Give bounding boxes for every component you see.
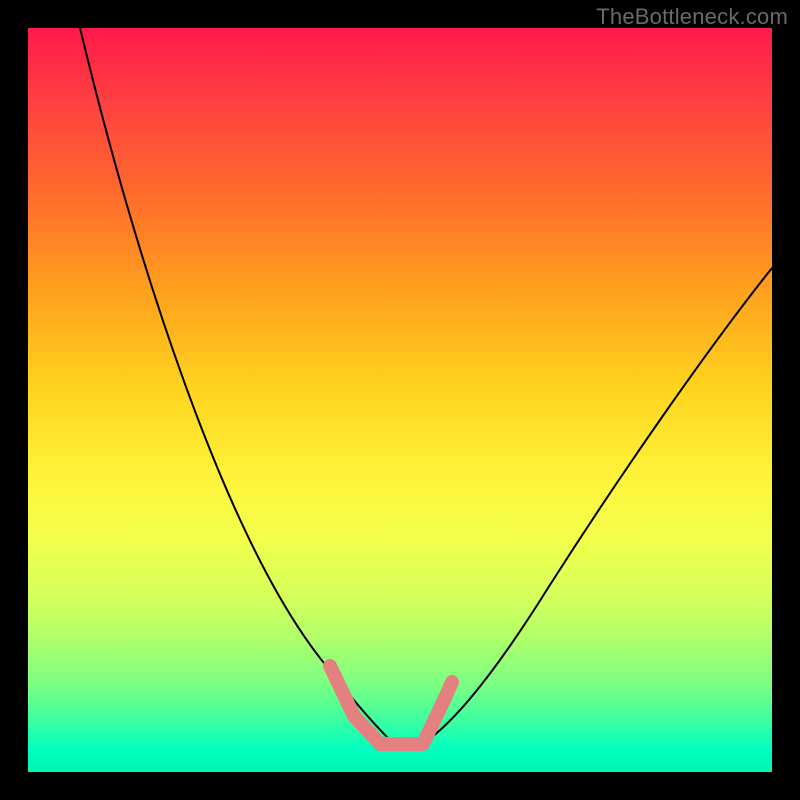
curve-right-arm bbox=[428, 268, 772, 740]
plot-area bbox=[28, 28, 772, 772]
highlight-segment bbox=[330, 666, 452, 744]
watermark-label: TheBottleneck.com bbox=[596, 4, 788, 30]
chart-frame: TheBottleneck.com bbox=[0, 0, 800, 800]
curve-left-arm bbox=[80, 28, 388, 738]
chart-svg bbox=[28, 28, 772, 772]
